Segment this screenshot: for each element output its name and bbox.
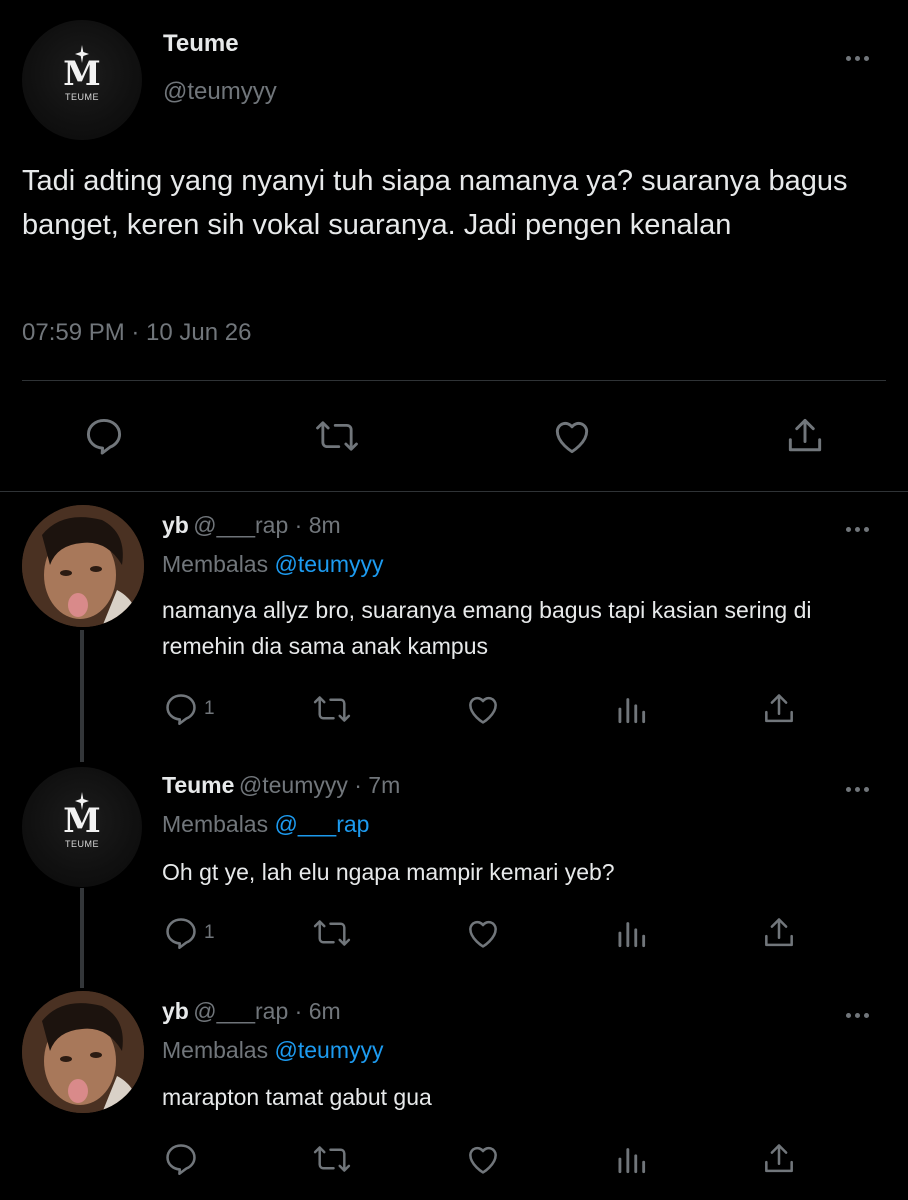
more-icon[interactable] xyxy=(846,53,876,63)
logo-mark: M xyxy=(63,791,101,838)
retweet-icon[interactable] xyxy=(314,414,360,458)
divider xyxy=(22,380,886,381)
retweet-icon[interactable] xyxy=(312,1140,352,1178)
face-photo xyxy=(22,991,144,1113)
reply-3-replying-to: Membalas @teumyyy xyxy=(162,1037,383,1064)
reply-1-author-name[interactable]: yb xyxy=(162,512,189,538)
reply-1-replying-to: Membalas @teumyyy xyxy=(162,551,383,578)
reply-2-avatar[interactable]: M TEUME xyxy=(22,767,142,887)
star-icon xyxy=(74,44,89,63)
replying-label: Membalas xyxy=(162,551,269,577)
retweet-icon[interactable] xyxy=(312,690,352,728)
main-tweet-text: Tadi adting yang nyanyi tuh siapa namany… xyxy=(22,165,848,241)
reply-3-handle-time[interactable]: @___rap · 6m xyxy=(193,998,340,1024)
reply-1-handle-time[interactable]: @___rap · 8m xyxy=(193,512,340,538)
reply-3-header: yb @___rap · 6m xyxy=(162,998,341,1025)
like-icon[interactable] xyxy=(463,690,503,728)
retweet-icon[interactable] xyxy=(312,914,352,952)
replying-to-link[interactable]: @teumyyy xyxy=(275,551,384,577)
share-icon[interactable] xyxy=(760,914,798,952)
share-icon[interactable] xyxy=(760,690,798,728)
reply-icon[interactable] xyxy=(162,1140,200,1178)
share-icon[interactable] xyxy=(760,1140,798,1178)
replying-label: Membalas xyxy=(162,811,269,837)
like-icon[interactable] xyxy=(463,1140,503,1178)
replying-to-link[interactable]: @teumyyy xyxy=(275,1037,384,1063)
reply-2-header: Teume @teumyyy · 7m xyxy=(162,772,400,799)
main-tweet-timestamp[interactable]: 07:59 PM · 10 Jun 26 xyxy=(22,319,251,347)
reply-2-author-name[interactable]: Teume xyxy=(162,772,234,798)
main-author-handle[interactable]: @teumyyy xyxy=(163,78,277,106)
divider xyxy=(0,491,908,492)
reply-2-replying-to: Membalas @___rap xyxy=(162,811,369,838)
star-icon xyxy=(74,791,89,810)
reply-3-text: marapton tamat gabut gua xyxy=(162,1084,432,1110)
reply-3-avatar[interactable] xyxy=(22,991,144,1113)
thread-line xyxy=(80,630,84,762)
like-icon[interactable] xyxy=(549,414,595,458)
like-icon[interactable] xyxy=(463,914,503,952)
reply-3-author-name[interactable]: yb xyxy=(162,998,189,1024)
main-author-avatar[interactable]: M TEUME xyxy=(22,20,142,140)
reply-2-handle-time[interactable]: @teumyyy · 7m xyxy=(239,772,400,798)
main-author-name[interactable]: Teume xyxy=(163,30,239,58)
reply-icon[interactable] xyxy=(162,914,200,952)
reply-1-avatar[interactable] xyxy=(22,505,144,627)
views-icon[interactable] xyxy=(612,690,650,728)
views-icon[interactable] xyxy=(612,1140,650,1178)
reply-1-header: yb @___rap · 8m xyxy=(162,512,341,539)
more-icon[interactable] xyxy=(846,1010,876,1020)
reply-2-text: Oh gt ye, lah elu ngapa mampir kemari ye… xyxy=(162,859,615,885)
share-icon[interactable] xyxy=(783,414,827,458)
more-icon[interactable] xyxy=(846,784,876,794)
replying-label: Membalas xyxy=(162,1037,269,1063)
logo-mark: M xyxy=(63,44,101,91)
replying-to-link[interactable]: @___rap xyxy=(275,811,370,837)
views-icon[interactable] xyxy=(612,914,650,952)
reply-1-text: namanya allyz bro, suaranya emang bagus … xyxy=(162,597,812,659)
more-icon[interactable] xyxy=(846,524,876,534)
reply-icon[interactable] xyxy=(82,414,126,458)
face-photo xyxy=(22,505,144,627)
reply-count: 1 xyxy=(204,922,215,943)
reply-icon[interactable] xyxy=(162,690,200,728)
thread-line xyxy=(80,888,84,988)
reply-count: 1 xyxy=(204,698,215,719)
